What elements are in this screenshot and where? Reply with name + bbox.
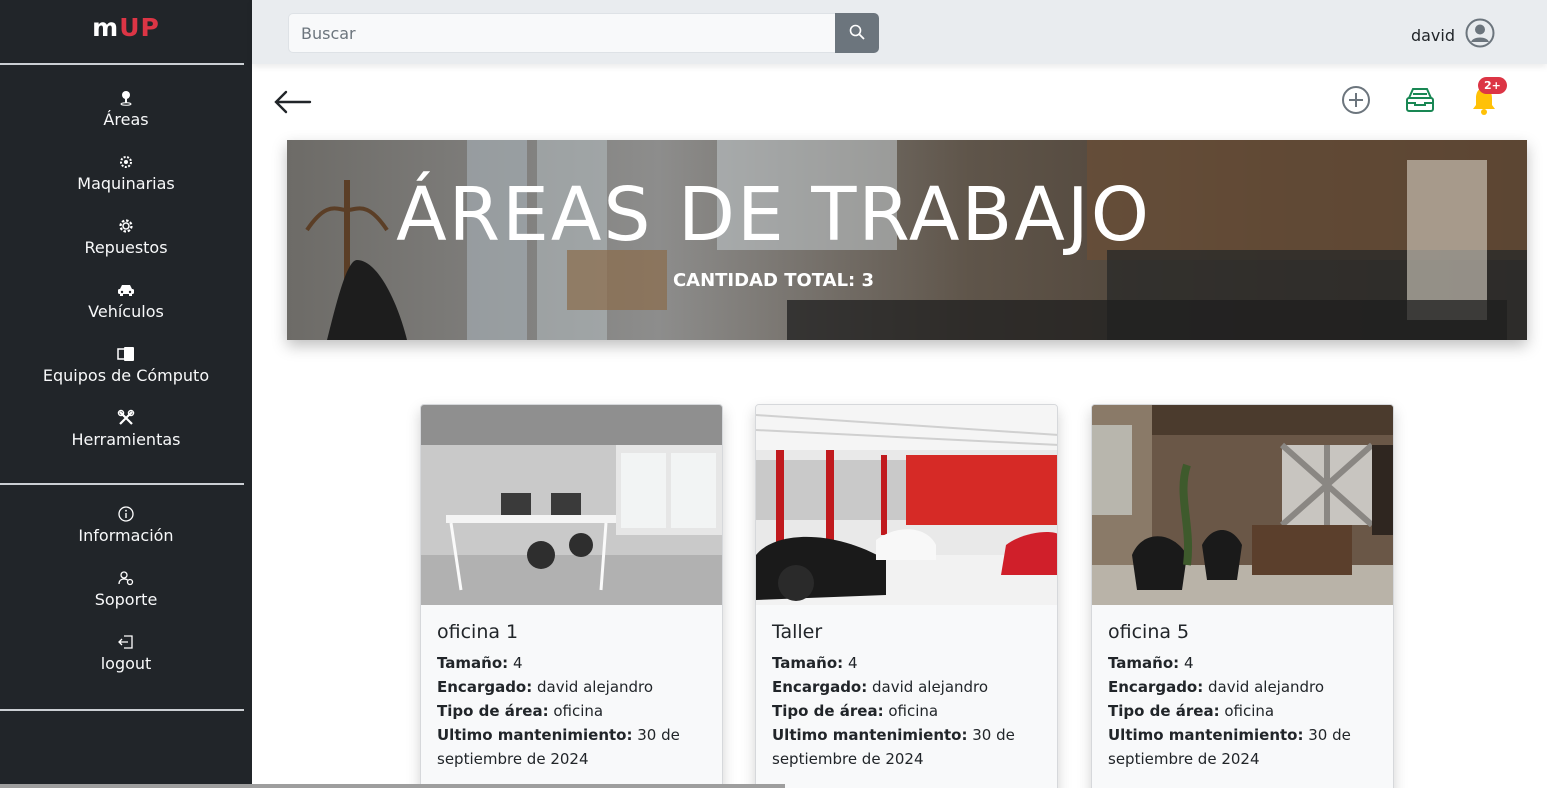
sidebar-item-label: Áreas [103,110,149,129]
action-toolbar [1340,86,1500,118]
tools-icon [117,407,135,429]
plus-circle-icon [1340,84,1372,120]
card-size: Tamaño: 4 [772,654,858,672]
card-maintenance: Ultimo mantenimiento: 30 de septiembre d… [1108,726,1351,768]
logout-icon [118,631,134,653]
card-size: Tamaño: 4 [437,654,523,672]
username: david [1410,25,1455,45]
executive-office-photo [1092,405,1393,605]
card-title: oficina 1 [437,621,519,643]
sidebar-item-herramientas[interactable]: Herramientas [0,407,252,471]
add-button[interactable] [1340,86,1372,118]
sidebar-secondary-nav: Información Soporte logout [0,485,252,709]
sidebar-item-informacion[interactable]: Información [0,503,252,567]
sidebar: mUP Áreas Maquinarias Repuestos Vehículo… [0,0,252,788]
user-gear-icon [118,567,134,589]
card-type: Tipo de área: oficina [1108,702,1275,720]
search-icon [849,24,865,43]
archive-button[interactable] [1404,86,1436,118]
search-bar [288,13,879,53]
topbar: david [252,0,1547,64]
notification-badge: 2+ [1478,77,1507,94]
sidebar-item-label: Vehículos [88,302,164,321]
back-button[interactable] [272,88,312,120]
sidebar-item-label: Información [78,526,174,545]
search-button[interactable] [835,13,879,53]
avatar [1465,18,1495,52]
sidebar-item-label: logout [100,654,152,673]
card-manager: Encargado: david alejandro [437,678,654,696]
card-title: oficina 5 [1108,621,1190,643]
card-type: Tipo de área: oficina [772,702,939,720]
card-title: Taller [772,621,823,643]
sidebar-item-soporte[interactable]: Soporte [0,567,252,631]
gear-icon [118,151,134,173]
sidebar-item-label: Equipos de Cómputo [42,366,210,385]
sidebar-divider [0,63,244,65]
sidebar-divider [0,483,244,485]
card-manager: Encargado: david alejandro [1108,678,1325,696]
horizontal-scrollbar[interactable] [0,784,785,788]
banner-subtitle: CANTIDAD TOTAL: 3 [672,270,875,291]
sidebar-item-logout[interactable]: logout [0,631,252,695]
card-manager: Encargado: david alejandro [772,678,989,696]
workshop-photo [756,405,1057,605]
area-card[interactable]: Taller Tamaño: 4 Encargado: david alejan… [755,404,1058,788]
area-card[interactable]: oficina 5 Tamaño: 4 Encargado: david ale… [1091,404,1394,788]
sidebar-item-label: Soporte [94,590,158,609]
card-maintenance: Ultimo mantenimiento: 30 de septiembre d… [437,726,680,768]
card-size: Tamaño: 4 [1108,654,1194,672]
arrow-left-icon [272,90,312,120]
sidebar-item-areas[interactable]: Áreas [0,87,252,151]
card-type: Tipo de área: oficina [437,702,604,720]
user-menu[interactable]: david [1411,18,1495,52]
banner-title: ÁREAS DE TRABAJO [396,172,1151,258]
area-card[interactable]: oficina 1 Tamaño: 4 Encargado: david ale… [420,404,723,788]
office-photo [421,405,722,605]
devices-icon [117,343,135,365]
card-maintenance: Ultimo mantenimiento: 30 de septiembre d… [772,726,1015,768]
inbox-box-icon [1404,84,1436,120]
info-icon [118,503,134,525]
app-logo[interactable]: mUP [0,0,252,63]
sidebar-item-equipos-computo[interactable]: Equipos de Cómputo [0,343,252,407]
map-pin-icon [119,87,133,109]
sidebar-divider [0,709,244,711]
search-input[interactable] [288,13,835,53]
sidebar-item-label: Herramientas [71,430,181,449]
